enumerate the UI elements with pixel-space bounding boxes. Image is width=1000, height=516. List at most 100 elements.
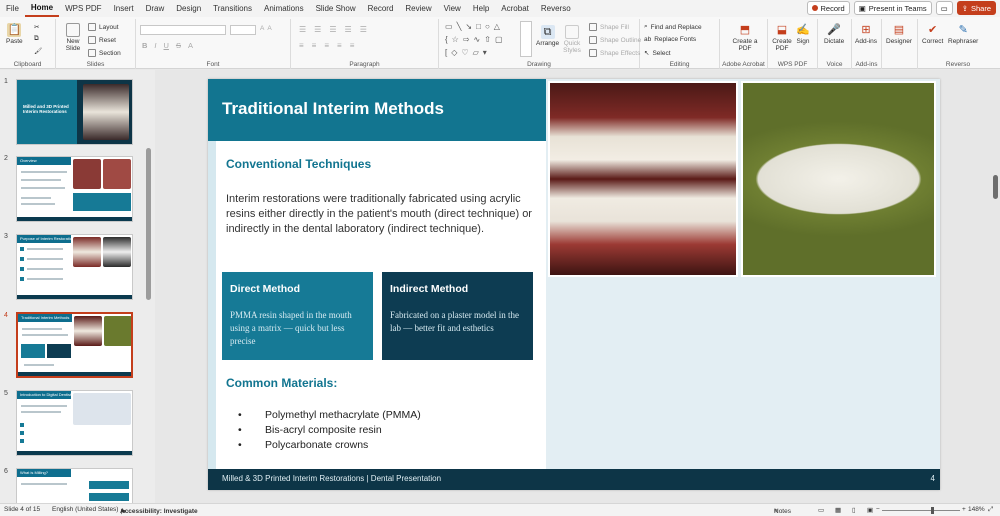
- list-buttons[interactable]: ☰ ☰ ☰ ☰ ☰: [299, 25, 367, 34]
- correct-button[interactable]: ✔ Correct: [922, 23, 943, 45]
- zoom-slider-track[interactable]: [882, 510, 960, 511]
- wps-pdf-group: ⬓ Create PDF ✍ Sign WPS PDF: [768, 19, 818, 69]
- font-format-buttons[interactable]: BIUSA: [142, 41, 193, 50]
- menu-reverso[interactable]: Reverso: [535, 0, 577, 17]
- shapes-scroll[interactable]: [520, 21, 532, 57]
- dictate-button[interactable]: 🎤 Dictate: [824, 23, 844, 45]
- menu-transitions[interactable]: Transitions: [207, 0, 258, 17]
- thumbnail-slide-6[interactable]: What is Milling?: [16, 468, 133, 503]
- normal-view-button[interactable]: ▭: [818, 506, 824, 514]
- indirect-method-title: Indirect Method: [390, 283, 469, 295]
- zoom-level[interactable]: 148%: [968, 506, 985, 513]
- menu-draw[interactable]: Draw: [140, 0, 171, 17]
- zoom-out-button[interactable]: −: [876, 506, 880, 513]
- shapes-gallery-row2[interactable]: {☆ ⇨ ∿ ⇧ ▢: [445, 35, 503, 44]
- find-replace-button[interactable]: ⌕ Find and Replace: [644, 23, 702, 31]
- layout-button[interactable]: Layout: [88, 23, 119, 31]
- comments-button[interactable]: ▭: [935, 1, 953, 15]
- menu-slide-show[interactable]: Slide Show: [310, 0, 362, 17]
- thumbnail-text-line: [24, 364, 54, 366]
- editor-scrollbar[interactable]: [993, 175, 998, 199]
- record-button[interactable]: Record: [806, 1, 850, 15]
- cube-shape-icon: ▱: [472, 48, 479, 57]
- thumbnail-slide-2[interactable]: Overview: [16, 156, 133, 222]
- paste-button[interactable]: 📋 Paste: [6, 23, 23, 45]
- rephraser-button[interactable]: ✎ Rephraser: [948, 23, 978, 45]
- slide-footer: Milled & 3D Printed Interim Restorations…: [208, 469, 940, 490]
- thumbnail-slide-3[interactable]: Purpose of Interim Restorations: [16, 234, 133, 300]
- create-pdf-adobe-button[interactable]: ⬒ Create a PDF: [730, 23, 760, 52]
- dental-photo-restoration[interactable]: [741, 81, 936, 277]
- shape-outline-button[interactable]: Shape Outline: [589, 36, 641, 44]
- add-ins-button[interactable]: ⊞ Add-ins: [855, 23, 877, 45]
- wps-pdf-icon: ⬓: [776, 24, 788, 36]
- menu-file[interactable]: File: [0, 0, 25, 17]
- reading-view-button[interactable]: ▯: [852, 506, 856, 514]
- fit-slide-button[interactable]: ⤢: [988, 506, 993, 514]
- shrink-font-icon: A: [267, 25, 272, 32]
- materials-list[interactable]: Polymethyl methacrylate (PMMA) Bis-acryl…: [238, 408, 421, 453]
- common-materials-heading[interactable]: Common Materials:: [226, 376, 337, 390]
- slideshow-button[interactable]: ▣: [867, 506, 873, 514]
- thumbnail-slide-4[interactable]: Traditional Interim Methods: [16, 312, 133, 378]
- slide-sorter-button[interactable]: ▦: [835, 506, 841, 514]
- sign-button[interactable]: ✍ Sign: [796, 23, 810, 45]
- indirect-method-card[interactable]: Indirect Method Fabricated on a plaster …: [382, 272, 533, 360]
- current-slide[interactable]: Traditional Interim Methods Conventional…: [208, 79, 940, 490]
- shape-fill-button[interactable]: Shape Fill: [589, 23, 629, 31]
- copy-button[interactable]: ⧉: [34, 35, 39, 43]
- menu-acrobat[interactable]: Acrobat: [495, 0, 535, 17]
- thumbnail-text-line: [21, 405, 67, 407]
- new-slide-button[interactable]: New Slide: [62, 23, 84, 52]
- font-name-dropdown[interactable]: [140, 25, 226, 35]
- thumbnail-box: [20, 423, 24, 427]
- direct-method-card[interactable]: Direct Method PMMA resin shaped in the m…: [222, 272, 373, 360]
- thumbnail-number: 3: [4, 233, 8, 240]
- shape-effects-button[interactable]: Shape Effects: [589, 49, 640, 57]
- oval-shape-icon: ○: [484, 22, 490, 31]
- font-size-buttons[interactable]: AA: [260, 25, 272, 32]
- cut-button[interactable]: ✂: [34, 23, 39, 31]
- align-buttons[interactable]: ≡ ≡ ≡ ≡ ≡: [299, 41, 354, 50]
- present-in-teams-button[interactable]: ▣ Present in Teams: [853, 1, 932, 15]
- menu-insert[interactable]: Insert: [108, 0, 140, 17]
- language-indicator[interactable]: English (United States): [52, 506, 118, 513]
- shapes-gallery-row3[interactable]: [◇ ♡ ▱ ▾: [445, 48, 487, 57]
- thumbnails-scrollbar[interactable]: [146, 148, 151, 300]
- menu-review[interactable]: Review: [399, 0, 437, 17]
- menu-view[interactable]: View: [438, 0, 467, 17]
- arrange-button[interactable]: ⧉ Arrange: [536, 25, 559, 47]
- conventional-techniques-heading[interactable]: Conventional Techniques: [226, 157, 371, 171]
- section-button[interactable]: Section: [88, 49, 121, 57]
- zoom-slider-thumb[interactable]: [931, 507, 934, 514]
- slide-title[interactable]: Traditional Interim Methods: [222, 99, 444, 119]
- select-button[interactable]: ↖ Select: [644, 49, 671, 58]
- create-pdf-wps-button[interactable]: ⬓ Create PDF: [771, 23, 793, 52]
- thumbnail-slide-1[interactable]: Milled and 3D Printed Interim Restoratio…: [16, 79, 133, 145]
- arrow-right-shape-icon: ⇨: [462, 35, 470, 44]
- thumbnail-image: [73, 393, 131, 425]
- menu-help[interactable]: Help: [467, 0, 495, 17]
- format-painter-button[interactable]: 🖌: [34, 47, 42, 55]
- replace-icon: ab: [644, 36, 652, 43]
- shapes-gallery-row1[interactable]: ▭ ╲ ↘ □ ○ △: [445, 22, 500, 31]
- dental-photo-mouth[interactable]: [548, 81, 738, 277]
- designer-button[interactable]: ▤ Designer: [886, 23, 912, 45]
- thumbnail-image: [83, 84, 129, 140]
- intro-paragraph[interactable]: Interim restorations were traditionally …: [226, 192, 532, 237]
- font-size-dropdown[interactable]: [230, 25, 256, 35]
- menu-home[interactable]: Home: [24, 0, 60, 17]
- replace-fonts-button[interactable]: ab Replace Fonts: [644, 36, 696, 43]
- format-painter-icon: 🖌: [34, 48, 43, 55]
- menu-record[interactable]: Record: [362, 0, 400, 17]
- drawing-group: ▭ ╲ ↘ □ ○ △ {☆ ⇨ ∿ ⇧ ▢ [◇ ♡ ▱ ▾ ⧉ Arrange Quick Styl…: [439, 19, 641, 69]
- menu-design[interactable]: Design: [170, 0, 207, 17]
- zoom-in-button[interactable]: +: [962, 506, 966, 513]
- thumbnail-slide-5[interactable]: Introduction to Digital Dentistry: [16, 390, 133, 456]
- share-button[interactable]: ⇪ Share: [956, 1, 996, 15]
- quick-styles-button[interactable]: Quick Styles: [562, 25, 582, 54]
- menu-animations[interactable]: Animations: [258, 0, 310, 17]
- slide-thumbnails-panel[interactable]: 1 Milled and 3D Printed Interim Restorat…: [0, 70, 155, 503]
- reset-button[interactable]: Reset: [88, 36, 116, 44]
- menu-wps-pdf[interactable]: WPS PDF: [59, 0, 107, 17]
